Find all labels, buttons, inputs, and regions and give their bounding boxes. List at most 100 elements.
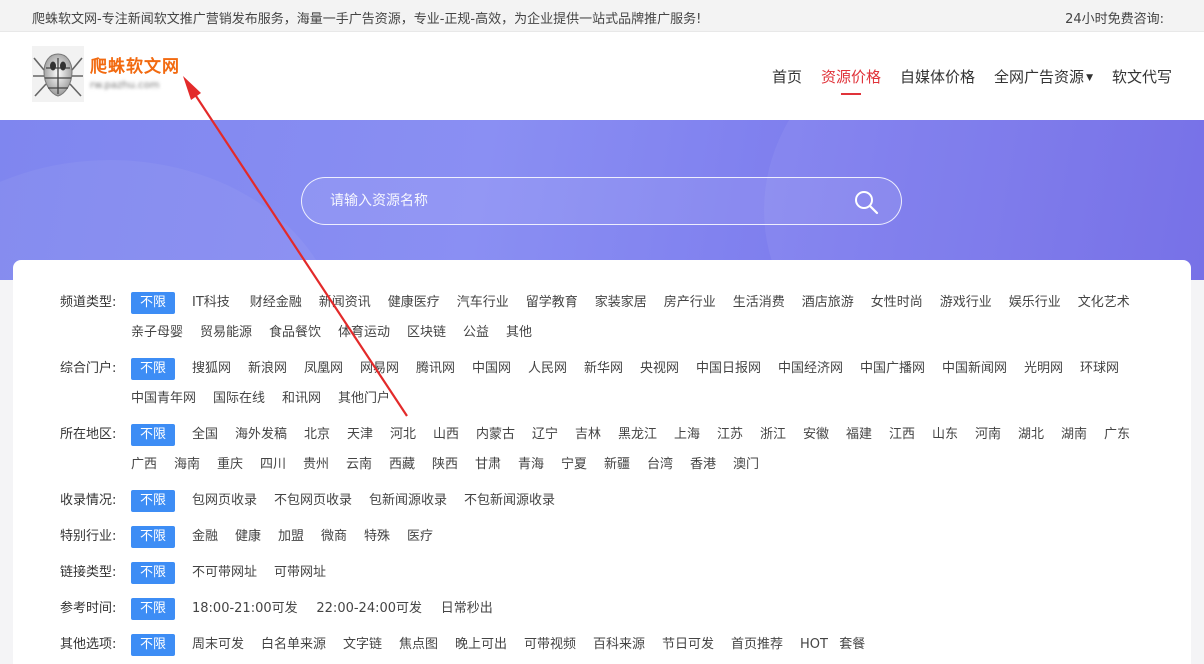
filter-option[interactable]: 微商 [321, 526, 347, 548]
filter-option-selected[interactable]: 不限 [131, 598, 176, 620]
filter-option-selected[interactable]: 不限 [131, 424, 176, 446]
filter-option[interactable]: 甘肃 [475, 454, 501, 476]
filter-option[interactable]: 重庆 [217, 454, 243, 476]
filter-option[interactable]: 体育运动 [338, 322, 390, 344]
nav-item-0[interactable]: 首页 [772, 66, 802, 87]
filter-option-selected[interactable]: 不限 [131, 292, 176, 314]
nav-item-1[interactable]: 资源价格 [821, 66, 881, 95]
filter-option[interactable]: 江苏 [717, 424, 743, 446]
filter-option[interactable]: 河北 [390, 424, 416, 446]
filter-option[interactable]: 不可带网址 [192, 562, 257, 584]
filter-option[interactable]: 搜狐网 [192, 358, 231, 380]
filter-option[interactable]: 不包新闻源收录 [464, 490, 555, 512]
filter-option[interactable]: 新疆 [604, 454, 630, 476]
filter-option[interactable]: 央视网 [640, 358, 679, 380]
filter-option[interactable]: 18:00-21:00可发 [192, 598, 298, 620]
filter-option[interactable]: 广东 [1104, 424, 1130, 446]
nav-item-2[interactable]: 自媒体价格 [900, 66, 975, 87]
filter-option[interactable]: 中国新闻网 [942, 358, 1007, 380]
filter-option[interactable]: 日常秒出 [441, 598, 493, 620]
filter-option[interactable]: HOT [800, 634, 828, 656]
filter-option-selected[interactable]: 不限 [131, 358, 176, 380]
filter-option[interactable]: 青海 [518, 454, 544, 476]
filter-option[interactable]: 网易网 [360, 358, 399, 380]
filter-option[interactable]: 天津 [347, 424, 373, 446]
filter-option[interactable]: 加盟 [278, 526, 304, 548]
filter-option[interactable]: 酒店旅游 [802, 292, 854, 314]
filter-option[interactable]: 周末可发 [192, 634, 244, 656]
filter-option[interactable]: 公益 [463, 322, 489, 344]
filter-option[interactable]: 焦点图 [399, 634, 438, 656]
filter-option[interactable]: 其他门户 [338, 388, 390, 410]
filter-option[interactable]: 不包网页收录 [274, 490, 352, 512]
filter-option[interactable]: 和讯网 [282, 388, 321, 410]
filter-option[interactable]: 金融 [192, 526, 218, 548]
filter-option[interactable]: 留学教育 [526, 292, 578, 314]
filter-option[interactable]: 宁夏 [561, 454, 587, 476]
filter-option[interactable]: 汽车行业 [457, 292, 509, 314]
filter-option[interactable]: 吉林 [575, 424, 601, 446]
filter-option[interactable]: 香港 [690, 454, 716, 476]
filter-option[interactable]: 生活消费 [733, 292, 785, 314]
filter-option[interactable]: 辽宁 [532, 424, 558, 446]
filter-option[interactable]: 健康医疗 [388, 292, 440, 314]
filter-option[interactable]: 首页推荐 [731, 634, 783, 656]
filter-option[interactable]: 中国网 [472, 358, 511, 380]
filter-option[interactable]: 套餐 [839, 634, 865, 656]
filter-option[interactable]: 四川 [260, 454, 286, 476]
filter-option[interactable]: 贵州 [303, 454, 329, 476]
filter-option[interactable]: IT科技 [192, 292, 230, 314]
site-logo[interactable]: 爬蛛软文网 rw.pazhu.com [32, 46, 192, 106]
filter-option[interactable]: 文字链 [343, 634, 382, 656]
filter-option[interactable]: 河南 [975, 424, 1001, 446]
filter-option[interactable]: 百科来源 [593, 634, 645, 656]
filter-option[interactable]: 海南 [174, 454, 200, 476]
filter-option[interactable]: 亲子母婴 [131, 322, 183, 344]
filter-option[interactable]: 新闻资讯 [319, 292, 371, 314]
filter-option[interactable]: 福建 [846, 424, 872, 446]
filter-option[interactable]: 中国日报网 [696, 358, 761, 380]
filter-option[interactable]: 可带视频 [524, 634, 576, 656]
search-icon[interactable] [853, 189, 879, 215]
filter-option[interactable]: 内蒙古 [476, 424, 515, 446]
filter-option-selected[interactable]: 不限 [131, 562, 176, 584]
filter-option[interactable]: 节日可发 [662, 634, 714, 656]
nav-item-3[interactable]: 全网广告资源 ▼ [994, 66, 1093, 87]
filter-option[interactable]: 食品餐饮 [269, 322, 321, 344]
filter-option[interactable]: 可带网址 [274, 562, 326, 584]
filter-option[interactable]: 台湾 [647, 454, 673, 476]
filter-option[interactable]: 黑龙江 [618, 424, 657, 446]
filter-option[interactable]: 光明网 [1024, 358, 1063, 380]
filter-option[interactable]: 北京 [304, 424, 330, 446]
filter-option-selected[interactable]: 不限 [131, 526, 176, 548]
filter-option[interactable]: 澳门 [733, 454, 759, 476]
filter-option[interactable]: 中国广播网 [860, 358, 925, 380]
filter-option-selected[interactable]: 不限 [131, 634, 176, 656]
filter-option[interactable]: 房产行业 [664, 292, 716, 314]
nav-item-4[interactable]: 软文代写 [1112, 66, 1172, 87]
filter-option[interactable]: 女性时尚 [871, 292, 923, 314]
filter-option[interactable]: 包网页收录 [192, 490, 257, 512]
filter-option[interactable]: 环球网 [1080, 358, 1119, 380]
filter-option[interactable]: 凤凰网 [304, 358, 343, 380]
filter-option[interactable]: 其他 [506, 322, 532, 344]
filter-option[interactable]: 贸易能源 [200, 322, 252, 344]
filter-option[interactable]: 湖南 [1061, 424, 1087, 446]
filter-option[interactable]: 山西 [433, 424, 459, 446]
filter-option[interactable]: 22:00-24:00可发 [316, 598, 422, 620]
filter-option[interactable]: 国际在线 [213, 388, 265, 410]
filter-option[interactable]: 晚上可出 [455, 634, 507, 656]
filter-option[interactable]: 湖北 [1018, 424, 1044, 446]
filter-option[interactable]: 陕西 [432, 454, 458, 476]
filter-option[interactable]: 娱乐行业 [1009, 292, 1061, 314]
filter-option[interactable]: 全国 [192, 424, 218, 446]
filter-option[interactable]: 游戏行业 [940, 292, 992, 314]
filter-option[interactable]: 文化艺术 [1078, 292, 1130, 314]
filter-option[interactable]: 包新闻源收录 [369, 490, 447, 512]
filter-option[interactable]: 新华网 [584, 358, 623, 380]
filter-option[interactable]: 腾讯网 [416, 358, 455, 380]
filter-option[interactable]: 新浪网 [248, 358, 287, 380]
filter-option[interactable]: 广西 [131, 454, 157, 476]
filter-option[interactable]: 人民网 [528, 358, 567, 380]
filter-option[interactable]: 健康 [235, 526, 261, 548]
